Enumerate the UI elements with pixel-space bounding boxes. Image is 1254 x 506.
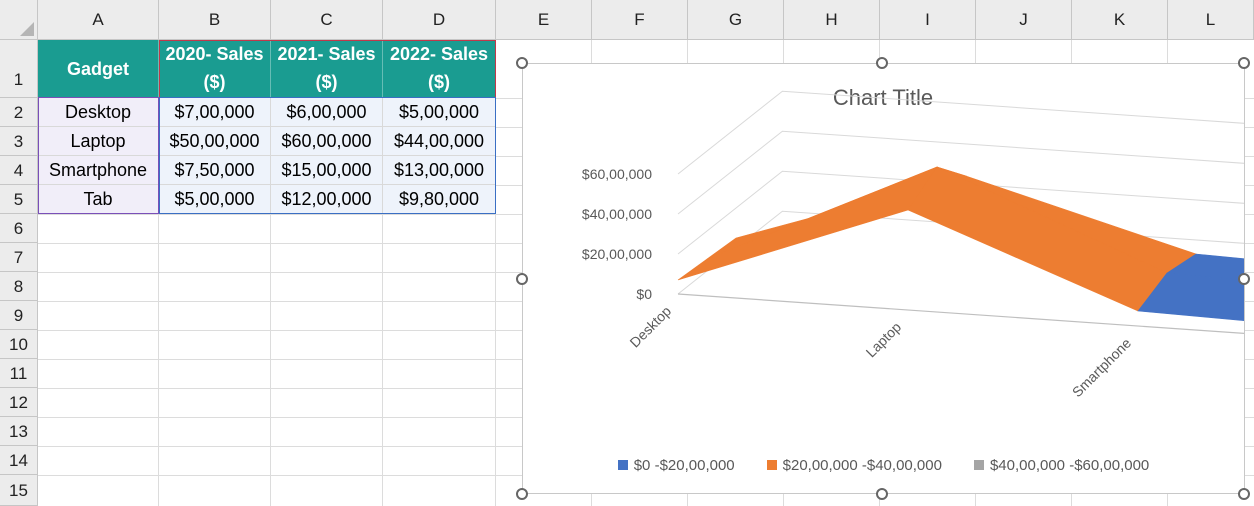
chart-title[interactable]: Chart Title [833, 85, 933, 110]
table-cell[interactable]: Laptop [38, 127, 159, 156]
category-label: Smartphone [1069, 335, 1134, 400]
column-header-h[interactable]: H [784, 0, 880, 40]
table-cell[interactable]: $5,00,000 [383, 98, 496, 127]
column-header-d[interactable]: D [383, 0, 496, 40]
table-cell[interactable]: $15,00,000 [271, 156, 383, 185]
table-cell[interactable]: $9,80,000 [383, 185, 496, 214]
header-2020-line2: ($) [203, 72, 226, 92]
row-header-7[interactable]: 7 [0, 243, 38, 272]
row-header-13[interactable]: 13 [0, 417, 38, 446]
header-2022-line2: ($) [428, 72, 450, 92]
resize-handle-bottom-right[interactable] [1238, 488, 1250, 500]
z-tick-label: $40,00,000 [582, 206, 652, 222]
header-2022-line1: 2022- Sales [389, 44, 489, 64]
row-header-11[interactable]: 11 [0, 359, 38, 388]
column-header-b[interactable]: B [159, 0, 271, 40]
chart-surface [677, 166, 1244, 321]
header-2021-line2: ($) [315, 72, 338, 92]
z-tick-label: $60,00,000 [582, 166, 652, 182]
table-cell[interactable]: $60,00,000 [271, 127, 383, 156]
column-header-g[interactable]: G [688, 0, 784, 40]
z-tick-label: $20,00,000 [582, 246, 652, 262]
row-header-12[interactable]: 12 [0, 388, 38, 417]
header-2020-line1: 2020- Sales [165, 44, 264, 64]
row-header-2[interactable]: 2 [0, 98, 38, 127]
header-cell-2021[interactable]: 2021- Sales ($) [271, 40, 383, 98]
row-header-4[interactable]: 4 [0, 156, 38, 185]
table-cell[interactable]: $5,00,000 [159, 185, 271, 214]
legend-swatch [617, 460, 628, 470]
header-2021-line1: 2021- Sales [277, 44, 376, 64]
column-header-c[interactable]: C [271, 0, 383, 40]
resize-handle-middle-right[interactable] [1238, 273, 1250, 285]
surface-chart[interactable]: Chart Title $0 $20,00,000 $40,00,000 $60,00… [522, 63, 1245, 494]
legend-item[interactable]: $40,00,000 -$60,00,000 [973, 457, 1150, 474]
resize-handle-top-right[interactable] [1238, 57, 1250, 69]
category-label: Laptop [863, 319, 905, 361]
legend-swatch [973, 460, 984, 470]
row-header-9[interactable]: 9 [0, 301, 38, 330]
legend-item[interactable]: $20,00,000 -$40,00,000 [766, 457, 942, 474]
table-cell[interactable]: $13,00,000 [383, 156, 496, 185]
table-cell[interactable]: $44,00,000 [383, 127, 496, 156]
category-label: Desktop [626, 303, 674, 351]
header-gadget-text: Gadget [66, 59, 129, 79]
row-header-14[interactable]: 14 [0, 446, 38, 475]
resize-handle-bottom-center[interactable] [876, 488, 888, 500]
z-tick-label: $0 [636, 286, 652, 302]
resize-handle-bottom-left[interactable] [516, 488, 528, 500]
column-header-e[interactable]: E [496, 0, 592, 40]
table-cell[interactable]: $7,00,000 [159, 98, 271, 127]
row-header-10[interactable]: 10 [0, 330, 38, 359]
gridline [677, 90, 1244, 175]
column-header-j[interactable]: J [976, 0, 1072, 40]
resize-handle-middle-left[interactable] [516, 273, 528, 285]
select-all-triangle-icon [20, 22, 34, 36]
table-cell[interactable]: $6,00,000 [271, 98, 383, 127]
row-header-8[interactable]: 8 [0, 272, 38, 301]
row-header-5[interactable]: 5 [0, 185, 38, 214]
chart-canvas: Chart Title $0 $20,00,000 $40,00,000 $60,00… [582, 85, 1244, 400]
table-cell[interactable]: Tab [38, 185, 159, 214]
legend-item[interactable]: $0 -$20,00,000 [617, 457, 735, 474]
legend-swatch [766, 460, 777, 470]
row-header-3[interactable]: 3 [0, 127, 38, 156]
header-cell-2022[interactable]: 2022- Sales ($) [383, 40, 496, 98]
table-cell[interactable]: $50,00,000 [159, 127, 271, 156]
table-cell[interactable]: $7,50,000 [159, 156, 271, 185]
select-all-corner[interactable] [0, 0, 38, 40]
header-cell-gadget[interactable]: Gadget [38, 40, 159, 98]
row-header-1[interactable]: 1 [0, 40, 38, 98]
resize-handle-top-center[interactable] [876, 57, 888, 69]
table-cell[interactable]: Desktop [38, 98, 159, 127]
chart-legend[interactable]: $0 -$20,00,000 $20,00,000 -$40,00,000 $40,… [523, 457, 1244, 474]
legend-label: $20,00,000 -$40,00,000 [782, 457, 942, 474]
column-header-a[interactable]: A [38, 0, 159, 40]
column-header-l[interactable]: L [1168, 0, 1254, 40]
resize-handle-top-left[interactable] [516, 57, 528, 69]
table-cell[interactable]: Smartphone [38, 156, 159, 185]
column-header-k[interactable]: K [1072, 0, 1168, 40]
row-header-6[interactable]: 6 [0, 214, 38, 243]
table-cell[interactable]: $12,00,000 [271, 185, 383, 214]
legend-label: $40,00,000 -$60,00,000 [989, 457, 1150, 474]
column-header-f[interactable]: F [592, 0, 688, 40]
legend-label: $0 -$20,00,000 [633, 457, 735, 474]
row-header-15[interactable]: 15 [0, 475, 38, 506]
column-header-i[interactable]: I [880, 0, 976, 40]
header-cell-2020[interactable]: 2020- Sales ($) [159, 40, 271, 98]
